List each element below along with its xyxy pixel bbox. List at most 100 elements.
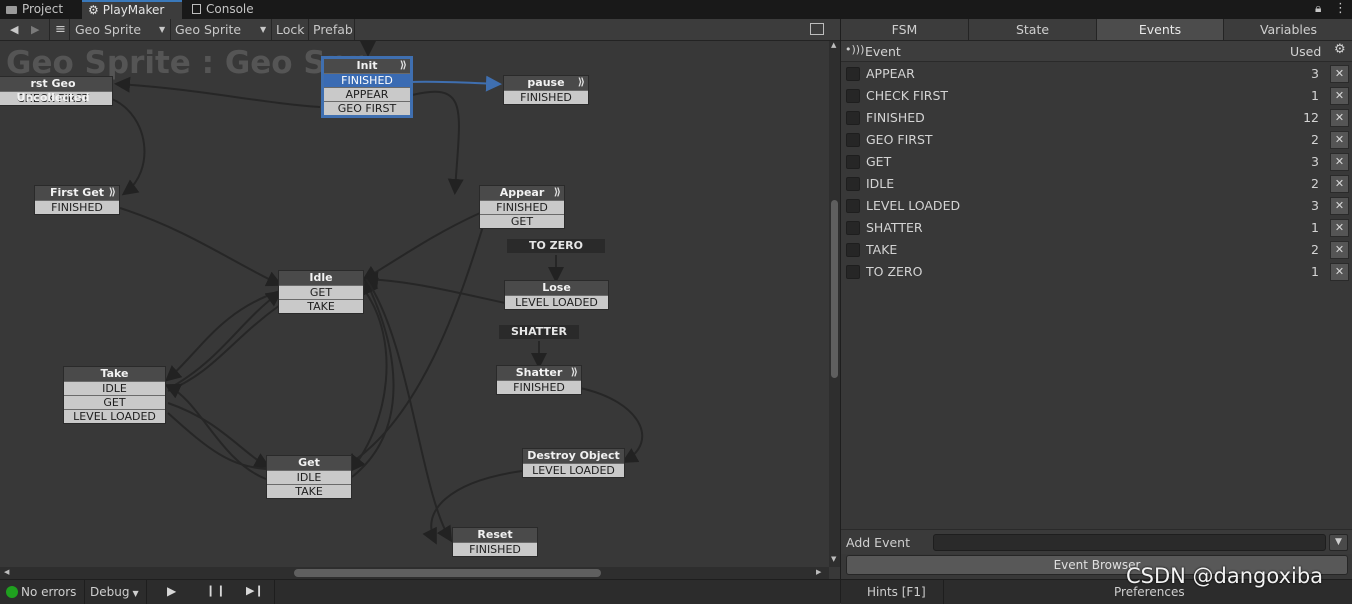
panel-tab-events[interactable]: Events xyxy=(1097,19,1224,41)
state-shatter[interactable]: Shatter ⟫ FINISHED xyxy=(497,366,581,394)
state-event[interactable]: FINISHED xyxy=(497,380,581,394)
step-icon[interactable]: ▶❙ xyxy=(246,584,264,597)
delete-event-icon[interactable]: ✕ xyxy=(1330,131,1349,149)
state-event[interactable]: LEVEL LOADED xyxy=(505,295,608,309)
hints-button[interactable]: Hints [F1] xyxy=(867,585,926,599)
play-icon[interactable]: ▶ xyxy=(167,584,176,598)
global-event-checkbox[interactable] xyxy=(846,67,860,81)
delete-event-icon[interactable]: ✕ xyxy=(1330,241,1349,259)
event-row[interactable]: GET 3 ✕ xyxy=(841,151,1352,173)
fsm-object-dropdown[interactable]: Geo Sprite ▼ xyxy=(75,19,169,40)
state-reset[interactable]: Reset FINISHED xyxy=(453,528,537,556)
state-name: First Get ⟫ xyxy=(35,186,119,200)
state-appear[interactable]: Appear ⟫ FINISHED GET xyxy=(480,186,564,228)
state-event[interactable]: GET xyxy=(64,395,165,409)
event-row[interactable]: FINISHED 12 ✕ xyxy=(841,107,1352,129)
state-take[interactable]: Take IDLE GET LEVEL LOADED xyxy=(64,367,165,423)
delete-event-icon[interactable]: ✕ xyxy=(1330,87,1349,105)
state-event[interactable]: LEVEL LOADED xyxy=(64,409,165,423)
add-event-input[interactable] xyxy=(933,534,1326,551)
state-event[interactable]: FINISHED xyxy=(35,200,119,214)
more-options-icon[interactable]: ⋮ xyxy=(1334,1,1347,16)
tab-playmaker[interactable]: ⚙ PlayMaker xyxy=(82,0,182,19)
global-event-checkbox[interactable] xyxy=(846,243,860,257)
delete-event-icon[interactable]: ✕ xyxy=(1330,219,1349,237)
fsm-name-dropdown[interactable]: Geo Sprite ▼ xyxy=(175,19,271,40)
forward-arrow-icon[interactable]: ▶ xyxy=(31,19,39,40)
state-lose[interactable]: Lose LEVEL LOADED xyxy=(505,281,608,309)
state-first-get[interactable]: First Get ⟫ FINISHED xyxy=(35,186,119,214)
state-event[interactable]: FINISHED xyxy=(480,200,564,214)
horizontal-scroll-thumb[interactable] xyxy=(294,569,601,577)
state-pause[interactable]: pause ⟫ FINISHED xyxy=(504,76,588,104)
scroll-right-arrow-icon[interactable]: ▶ xyxy=(816,568,821,576)
global-event-checkbox[interactable] xyxy=(846,221,860,235)
event-row[interactable]: IDLE 2 ✕ xyxy=(841,173,1352,195)
delete-event-icon[interactable]: ✕ xyxy=(1330,197,1349,215)
event-used-count: 1 xyxy=(1311,88,1319,103)
state-event[interactable]: FINISHED xyxy=(453,542,537,556)
delete-event-icon[interactable]: ✕ xyxy=(1330,175,1349,193)
state-event[interactable]: GEO FIRST xyxy=(324,101,410,115)
delete-event-icon[interactable]: ✕ xyxy=(1330,263,1349,281)
state-event[interactable]: TAKE xyxy=(279,299,363,313)
global-event-checkbox[interactable] xyxy=(846,89,860,103)
state-event[interactable]: TAKE xyxy=(267,484,351,498)
hamburger-menu-icon[interactable]: ≡ xyxy=(55,19,66,40)
back-arrow-icon[interactable]: ◀ xyxy=(10,19,18,40)
delete-event-icon[interactable]: ✕ xyxy=(1330,153,1349,171)
event-row[interactable]: APPEAR 3 ✕ xyxy=(841,63,1352,85)
global-event-checkbox[interactable] xyxy=(846,265,860,279)
event-used-count: 2 xyxy=(1311,242,1319,257)
global-event-checkbox[interactable] xyxy=(846,111,860,125)
global-event-checkbox[interactable] xyxy=(846,199,860,213)
debug-dropdown[interactable]: Debug ▼ xyxy=(90,585,139,599)
event-row[interactable]: TAKE 2 ✕ xyxy=(841,239,1352,261)
lock-button[interactable]: Lock xyxy=(276,19,305,40)
settings-gear-icon[interactable]: ⚙ xyxy=(1334,42,1346,57)
delete-event-icon[interactable]: ✕ xyxy=(1330,109,1349,127)
vertical-scroll-thumb[interactable] xyxy=(831,200,838,378)
add-event-dropdown-icon[interactable]: ▼ xyxy=(1329,534,1348,551)
pause-icon[interactable]: ❙❙ xyxy=(206,584,226,597)
state-event[interactable]: FINISHED xyxy=(504,90,588,104)
scroll-up-arrow-icon[interactable]: ▲ xyxy=(831,41,836,49)
global-event-checkbox[interactable] xyxy=(846,133,860,147)
global-event-checkbox[interactable] xyxy=(846,155,860,169)
global-event-checkbox[interactable] xyxy=(846,177,860,191)
state-event[interactable]: LEVEL LOADED xyxy=(523,463,624,477)
errors-status[interactable]: No errors xyxy=(21,585,76,599)
event-row[interactable]: CHECK FIRST 1 ✕ xyxy=(841,85,1352,107)
state-event[interactable]: IDLE xyxy=(267,470,351,484)
state-event[interactable]: IDLE xyxy=(64,381,165,395)
event-row[interactable]: TO ZERO 1 ✕ xyxy=(841,261,1352,283)
state-first-geo-uncollected[interactable]: rst Geo Uncollected CHECK FIRST xyxy=(0,77,112,105)
scroll-left-arrow-icon[interactable]: ◀ xyxy=(4,568,9,576)
prefab-button[interactable]: Prefab xyxy=(313,19,353,40)
event-row[interactable]: SHATTER 1 ✕ xyxy=(841,217,1352,239)
event-row[interactable]: LEVEL LOADED 3 ✕ xyxy=(841,195,1352,217)
state-event[interactable]: APPEAR xyxy=(324,87,410,101)
delete-event-icon[interactable]: ✕ xyxy=(1330,65,1349,83)
state-init[interactable]: Init ⟫ FINISHED APPEAR GEO FIRST xyxy=(324,59,410,115)
tab-project[interactable]: Project xyxy=(0,0,80,19)
state-destroy-object[interactable]: Destroy Object LEVEL LOADED xyxy=(523,449,624,477)
fsm-graph-canvas[interactable]: Geo Sprite : Geo Spr Init ⟫ FINISHED APP… xyxy=(0,41,829,567)
lock-icon[interactable]: 🔒︎ xyxy=(1315,1,1321,16)
graph-view-icon[interactable] xyxy=(810,23,824,35)
state-name: Shatter ⟫ xyxy=(497,366,581,380)
event-row[interactable]: GEO FIRST 2 ✕ xyxy=(841,129,1352,151)
state-get[interactable]: Get IDLE TAKE xyxy=(267,456,351,498)
scroll-down-arrow-icon[interactable]: ▼ xyxy=(831,555,836,563)
panel-tab-variables[interactable]: Variables xyxy=(1224,19,1352,41)
fsm-name-label: Geo Sprite xyxy=(175,22,242,37)
state-event[interactable]: GET xyxy=(480,214,564,228)
global-transition-to-zero[interactable]: TO ZERO xyxy=(507,239,605,253)
tab-console[interactable]: Console xyxy=(186,0,266,19)
global-transition-shatter[interactable]: SHATTER xyxy=(499,325,579,339)
state-event[interactable]: FINISHED xyxy=(324,73,410,87)
panel-tab-fsm[interactable]: FSM xyxy=(841,19,969,41)
panel-tab-state[interactable]: State xyxy=(969,19,1097,41)
state-idle[interactable]: Idle GET TAKE xyxy=(279,271,363,313)
state-event[interactable]: GET xyxy=(279,285,363,299)
